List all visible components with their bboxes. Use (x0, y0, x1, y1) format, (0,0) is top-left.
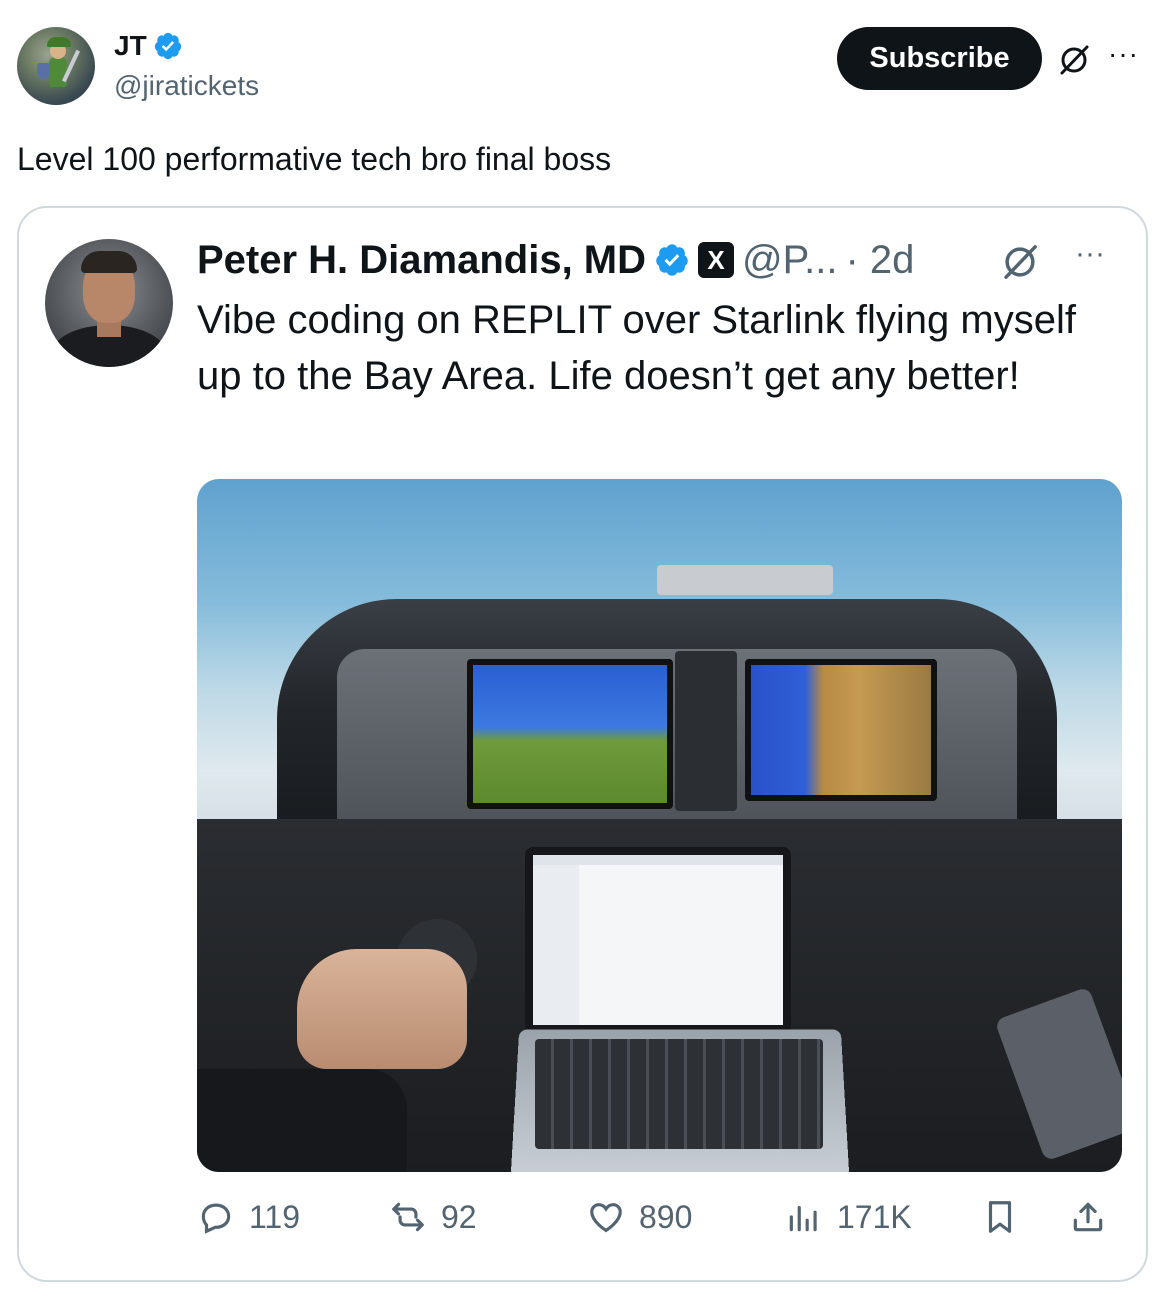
reply-count: 119 (249, 1198, 301, 1235)
view-count: 171K (837, 1198, 912, 1235)
repost-count: 92 (441, 1198, 477, 1235)
bookmark-icon (988, 1201, 1012, 1233)
like-count: 890 (639, 1198, 693, 1235)
more-icon[interactable]: ··· (1075, 239, 1105, 269)
tweet-page: JT @jiratickets Subscribe ··· Level 100 … (0, 0, 1166, 1304)
author-display-name[interactable]: JT (114, 30, 147, 62)
quoted-avatar[interactable] (45, 239, 173, 367)
bookmark-button[interactable] (981, 1198, 1019, 1236)
repost-button[interactable]: 92 (389, 1198, 477, 1236)
author-handle[interactable]: @jiratickets (114, 70, 259, 102)
action-bar: 119 92 890 171K (197, 1198, 1122, 1242)
grok-icon[interactable] (1056, 42, 1092, 78)
quoted-tweet-text: Vibe coding on REPLIT over Starlink flyi… (197, 298, 1076, 398)
verified-badge-icon (656, 244, 688, 276)
grok-icon[interactable] (999, 241, 1041, 283)
author-name-row: JT (114, 30, 183, 62)
multi-function-display (745, 659, 937, 801)
quoted-handle[interactable]: @P... (742, 238, 837, 283)
quoted-tweet-image[interactable] (197, 479, 1122, 1172)
heart-icon (590, 1203, 622, 1233)
subscribe-button[interactable]: Subscribe (837, 27, 1042, 90)
reply-icon (201, 1203, 231, 1234)
views-icon (789, 1205, 817, 1232)
primary-flight-display (467, 659, 673, 809)
quoted-display-name[interactable]: Peter H. Diamandis, MD (197, 236, 646, 284)
laptop-keyboard (535, 1039, 823, 1149)
quoted-tweet-card[interactable]: Peter H. Diamandis, MD X @P... · 2d ··· … (17, 206, 1148, 1282)
quoted-timestamp[interactable]: · 2d (845, 238, 914, 283)
avatar[interactable] (17, 27, 95, 105)
views-button[interactable]: 171K (785, 1198, 912, 1236)
reply-button[interactable]: 119 (197, 1198, 300, 1236)
share-button[interactable] (1069, 1198, 1107, 1236)
like-button[interactable]: 890 (587, 1198, 692, 1236)
verified-badge-icon (154, 32, 181, 60)
more-icon[interactable]: ··· (1108, 40, 1144, 72)
repost-icon (392, 1202, 424, 1232)
tweet-text: Level 100 performative tech bro final bo… (17, 141, 612, 177)
x-affiliate-badge-icon: X (698, 242, 735, 278)
quoted-author-row: Peter H. Diamandis, MD X @P... · 2d (197, 236, 914, 284)
share-icon (1073, 1202, 1103, 1232)
laptop-screen (525, 847, 791, 1033)
